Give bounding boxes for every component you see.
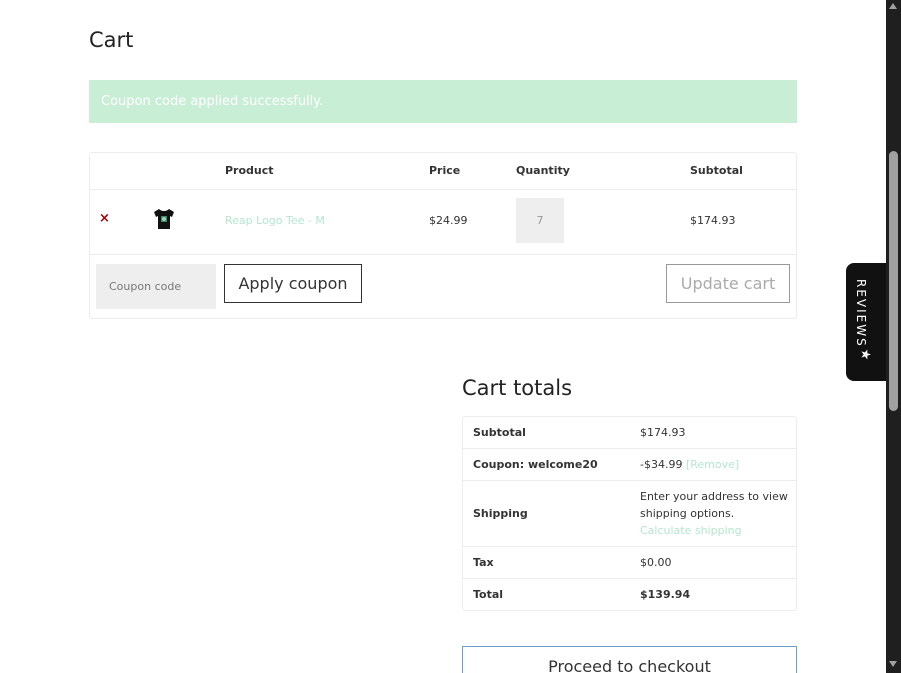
apply-coupon-button[interactable]: Apply coupon [224, 264, 362, 303]
row-divider [90, 254, 796, 255]
page-title: Cart [89, 28, 134, 52]
totals-row-coupon: Coupon: welcome20 -$34.99 [Remove] [463, 449, 796, 481]
coupon-value: -$34.99 [640, 458, 683, 471]
remove-coupon-link[interactable]: [Remove] [686, 458, 739, 471]
totals-row-tax: Tax $0.00 [463, 547, 796, 579]
scroll-down-icon[interactable] [889, 661, 897, 667]
header-product: Product [225, 164, 274, 177]
quantity-input[interactable] [516, 198, 564, 243]
update-cart-button[interactable]: Update cart [666, 264, 790, 303]
header-quantity: Quantity [516, 164, 570, 177]
calculate-shipping-link[interactable]: Calculate shipping [640, 524, 742, 537]
success-notice: Coupon code applied successfully. [89, 80, 797, 123]
coupon-label: Coupon: welcome20 [473, 458, 598, 471]
cart-totals-title: Cart totals [462, 376, 573, 400]
reviews-tab-label: REVIEWS [854, 279, 868, 348]
item-subtotal: $174.93 [690, 214, 736, 227]
subtotal-value: $174.93 [640, 426, 686, 439]
tshirt-thumbnail[interactable] [152, 207, 176, 231]
total-label: Total [473, 588, 504, 601]
totals-row-subtotal: Subtotal $174.93 [463, 417, 796, 449]
proceed-to-checkout-button[interactable]: Proceed to checkout [462, 646, 797, 673]
remove-item-icon[interactable]: × [99, 212, 113, 226]
cart-page: Cart Coupon code applied successfully. P… [0, 0, 901, 673]
header-price: Price [429, 164, 461, 177]
reviews-tab[interactable]: REVIEWS ★ [846, 263, 886, 381]
header-divider [90, 189, 796, 190]
scroll-up-icon[interactable] [889, 3, 897, 9]
page-scrollbar[interactable] [886, 0, 901, 673]
shipping-label: Shipping [473, 507, 528, 520]
header-subtotal: Subtotal [690, 164, 743, 177]
star-icon: ★ [857, 348, 873, 361]
total-value: $139.94 [640, 588, 691, 601]
coupon-value-cell: -$34.99 [Remove] [640, 456, 795, 473]
item-price: $24.99 [429, 214, 468, 227]
tax-label: Tax [473, 556, 494, 569]
tax-value: $0.00 [640, 556, 672, 569]
scroll-thumb[interactable] [889, 151, 898, 411]
cart-table: Product Price Quantity Subtotal × Reap L… [89, 152, 797, 319]
subtotal-label: Subtotal [473, 426, 526, 439]
totals-table: Subtotal $174.93 Coupon: welcome20 -$34.… [462, 416, 797, 611]
product-link[interactable]: Reap Logo Tee - M [225, 214, 325, 227]
shipping-value-cell: Enter your address to view shipping opti… [640, 488, 795, 539]
shipping-text: Enter your address to view shipping opti… [640, 490, 788, 520]
totals-row-total: Total $139.94 [463, 579, 796, 610]
coupon-code-input[interactable] [96, 264, 216, 309]
totals-row-shipping: Shipping Enter your address to view ship… [463, 481, 796, 547]
